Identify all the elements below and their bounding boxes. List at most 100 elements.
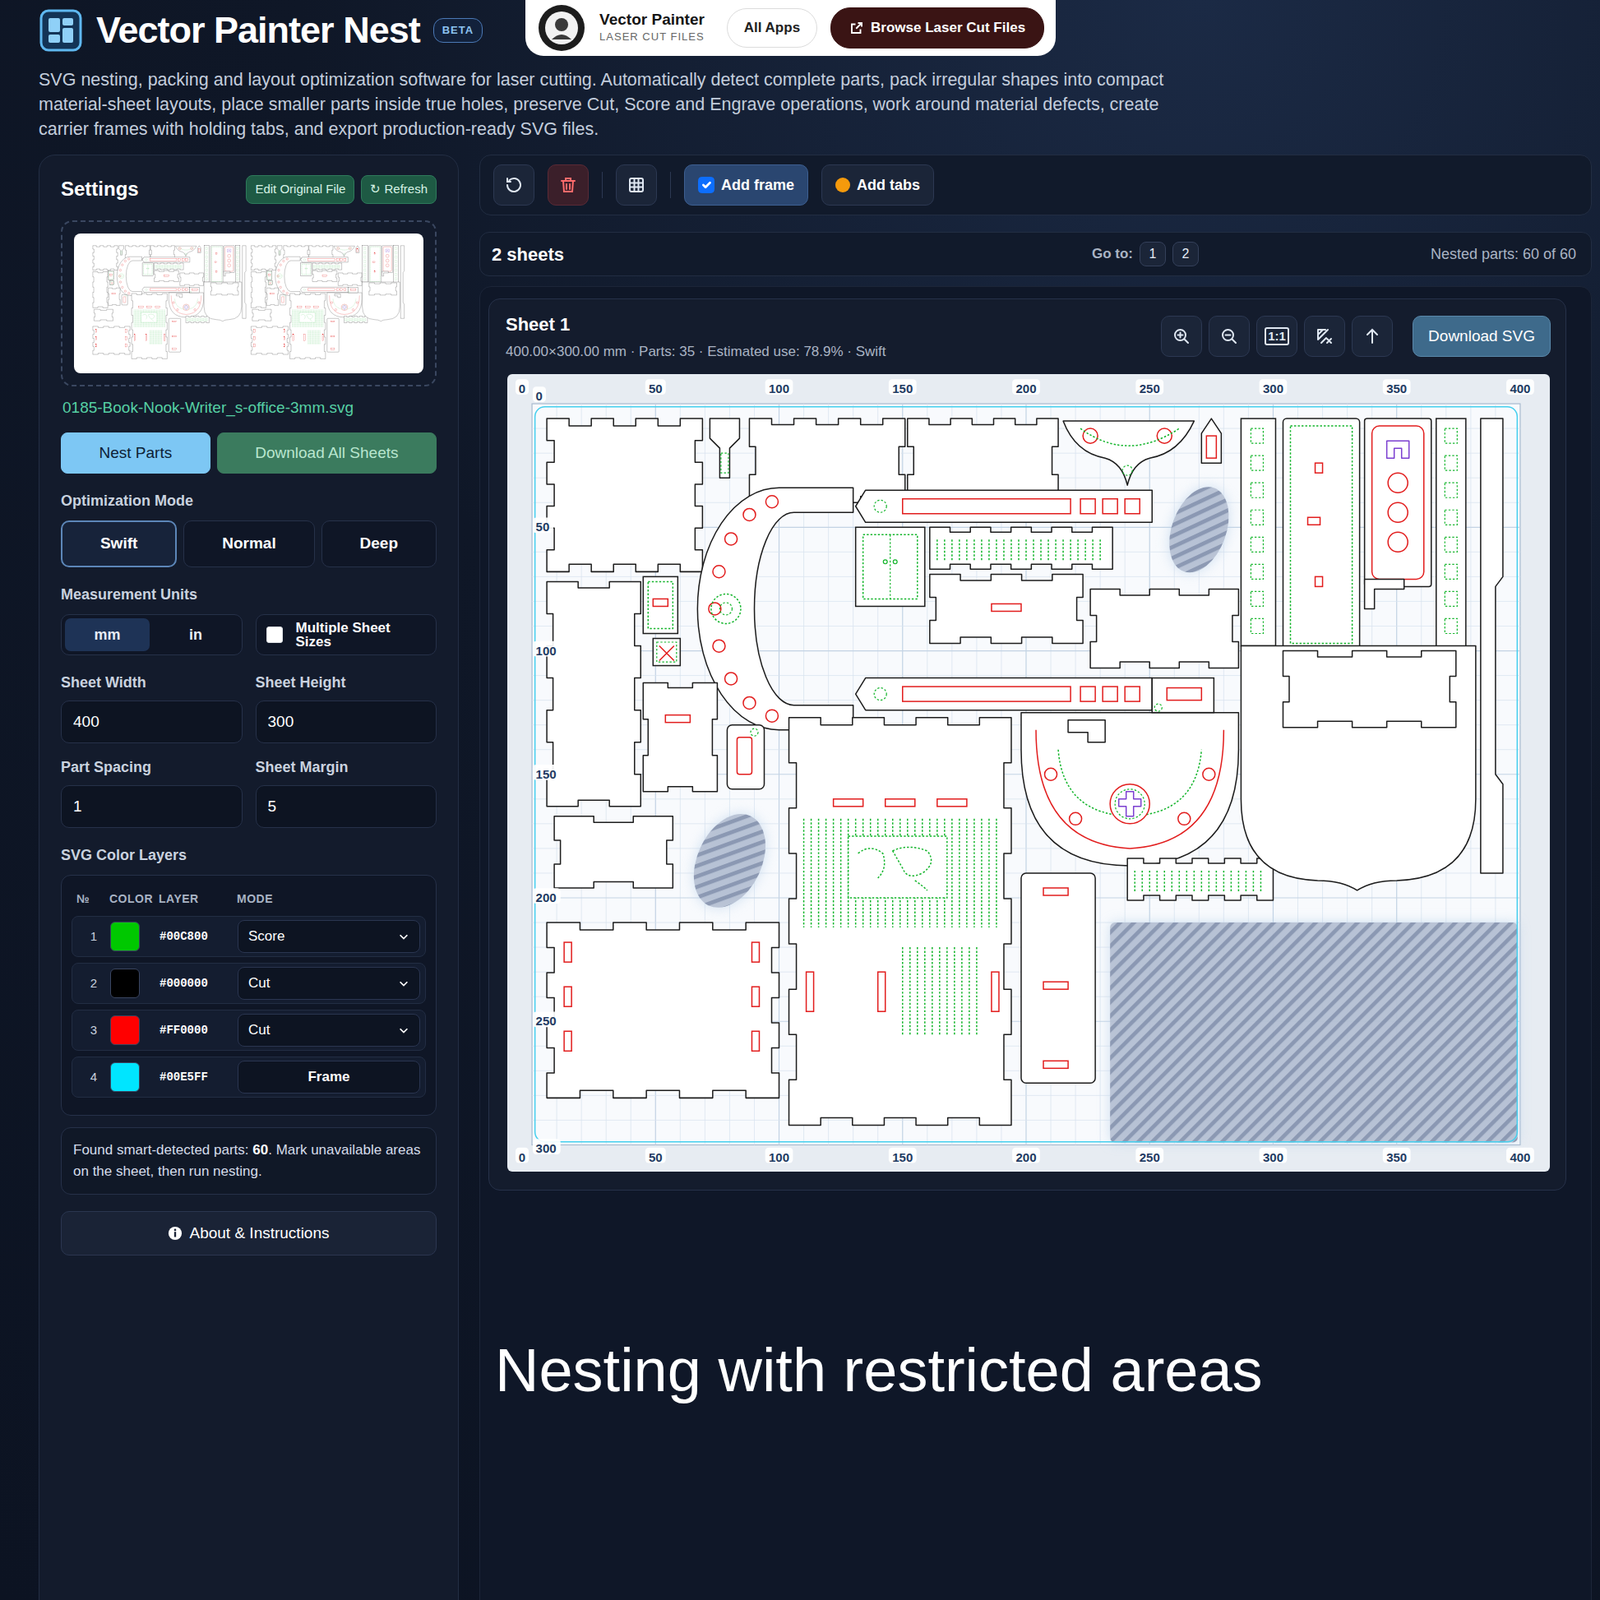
layer-index: 3 bbox=[77, 1021, 111, 1041]
field-input[interactable] bbox=[60, 700, 243, 744]
nested-part[interactable] bbox=[652, 638, 680, 666]
nest-parts-button[interactable]: Nest Parts bbox=[60, 432, 211, 474]
multiple-sizes-checkbox[interactable] bbox=[266, 626, 283, 643]
restricted-area[interactable] bbox=[679, 801, 781, 919]
nested-part[interactable] bbox=[1127, 857, 1273, 900]
layer-mode-button[interactable]: Frame bbox=[237, 1060, 421, 1094]
layer-mode-select[interactable]: Cut bbox=[237, 1013, 421, 1047]
mode-button[interactable]: Deep bbox=[321, 520, 437, 568]
layer-mode-select[interactable]: Score bbox=[237, 920, 421, 953]
column-header: LAYER bbox=[158, 890, 237, 908]
browse-button[interactable]: Browse Laser Cut Files bbox=[830, 7, 1045, 49]
nested-part[interactable] bbox=[1436, 418, 1466, 651]
field-input[interactable] bbox=[255, 700, 438, 744]
add-tabs-toggle[interactable]: Add tabs bbox=[821, 164, 935, 206]
nested-part[interactable] bbox=[554, 815, 673, 888]
nested-part[interactable] bbox=[1090, 588, 1239, 668]
unit-option[interactable]: in bbox=[152, 618, 238, 652]
color-swatch[interactable] bbox=[110, 968, 140, 999]
units-label: Measurement Units bbox=[60, 583, 437, 606]
multiple-sizes-option[interactable]: Multiple Sheet Sizes bbox=[255, 614, 438, 656]
nested-part[interactable] bbox=[1364, 418, 1432, 587]
nested-part[interactable] bbox=[1480, 418, 1503, 874]
nested-part[interactable] bbox=[1021, 872, 1096, 1083]
nested-part[interactable] bbox=[929, 527, 1113, 569]
nested-part[interactable] bbox=[642, 682, 717, 791]
nested-part[interactable] bbox=[642, 576, 678, 634]
mode-button[interactable]: Normal bbox=[183, 520, 315, 568]
nested-part[interactable] bbox=[1021, 712, 1239, 865]
delete-button[interactable] bbox=[547, 164, 589, 206]
layer-mode-select[interactable]: Cut bbox=[237, 966, 421, 1000]
download-svg-button[interactable]: Download SVG bbox=[1412, 315, 1551, 357]
nested-part[interactable] bbox=[855, 677, 1153, 710]
nested-part[interactable] bbox=[1240, 645, 1476, 890]
nested-part[interactable] bbox=[929, 573, 1083, 643]
restricted-area-button[interactable] bbox=[1304, 315, 1346, 357]
carrier-frame bbox=[535, 406, 1518, 1142]
layers-label: SVG Color Layers bbox=[60, 844, 437, 867]
edit-original-button[interactable]: Edit Original File bbox=[245, 175, 355, 204]
unit-option[interactable]: mm bbox=[64, 618, 150, 652]
nested-part[interactable] bbox=[546, 418, 703, 572]
nested-part[interactable] bbox=[546, 581, 641, 806]
file-preview[interactable] bbox=[60, 220, 437, 387]
nested-part[interactable] bbox=[1240, 418, 1276, 646]
nested-part[interactable] bbox=[709, 418, 740, 478]
rotate-up-button[interactable] bbox=[1351, 315, 1393, 357]
color-swatch[interactable] bbox=[110, 921, 140, 952]
nested-part bbox=[108, 270, 115, 280]
nested-part[interactable] bbox=[855, 490, 1153, 523]
nested-part[interactable] bbox=[1364, 578, 1405, 609]
restricted-area[interactable] bbox=[1109, 922, 1518, 1143]
svg-text:150: 150 bbox=[536, 766, 557, 781]
nested-part[interactable] bbox=[1063, 420, 1194, 486]
field-input[interactable] bbox=[60, 785, 243, 828]
about-button[interactable]: About & Instructions bbox=[60, 1211, 437, 1256]
page-button[interactable]: 2 bbox=[1172, 241, 1199, 267]
svg-text:350: 350 bbox=[1386, 1149, 1407, 1164]
svg-text:300: 300 bbox=[536, 1141, 557, 1156]
ruler-label: 400 bbox=[1506, 1146, 1535, 1164]
svg-text:100: 100 bbox=[768, 1149, 790, 1164]
nested-part[interactable] bbox=[1201, 418, 1221, 463]
color-swatch[interactable] bbox=[110, 1015, 140, 1046]
nested-part bbox=[312, 270, 338, 282]
nested-part[interactable] bbox=[726, 724, 764, 789]
page-button[interactable]: 1 bbox=[1139, 241, 1166, 267]
actual-size-button[interactable]: 1:1 bbox=[1256, 315, 1298, 357]
vector-painter-logo-icon[interactable] bbox=[536, 3, 587, 53]
refresh-button[interactable]: ↻Refresh bbox=[360, 175, 437, 204]
grid-button[interactable] bbox=[615, 164, 657, 206]
svg-text:100: 100 bbox=[768, 381, 790, 396]
app-logo-icon bbox=[38, 8, 84, 53]
ruler-label: 400 bbox=[1506, 379, 1535, 396]
nested-part[interactable] bbox=[546, 922, 779, 1098]
field-input[interactable] bbox=[255, 785, 438, 828]
svg-text:300: 300 bbox=[1262, 1149, 1284, 1164]
nested-part[interactable] bbox=[1282, 418, 1360, 651]
undo-button[interactable] bbox=[493, 164, 535, 206]
all-apps-button[interactable]: All Apps bbox=[726, 8, 818, 48]
add-frame-checkbox[interactable] bbox=[698, 176, 715, 194]
nested-part[interactable] bbox=[697, 487, 853, 730]
nested-part[interactable] bbox=[855, 527, 925, 606]
nested-part[interactable] bbox=[789, 716, 1012, 1125]
add-frame-toggle[interactable]: Add frame bbox=[684, 164, 809, 206]
nested-part[interactable] bbox=[1151, 677, 1214, 713]
download-all-button[interactable]: Download All Sheets bbox=[217, 432, 437, 474]
zoom-in-button[interactable] bbox=[1160, 315, 1203, 357]
brand-name[interactable]: Vector Painter bbox=[599, 11, 705, 29]
column-header: № bbox=[76, 890, 110, 908]
restricted-area[interactable] bbox=[1158, 478, 1240, 581]
nested-part bbox=[235, 245, 241, 283]
ruler-label: 50 bbox=[645, 1146, 666, 1164]
nested-part bbox=[153, 270, 179, 282]
mode-button[interactable]: Swift bbox=[60, 520, 177, 568]
svg-text:50: 50 bbox=[648, 1149, 663, 1164]
sheet-canvas[interactable]: 0501001502002503003504000501001502002503… bbox=[507, 374, 1550, 1173]
zoom-out-button[interactable] bbox=[1208, 315, 1250, 357]
goto-label: Go to: bbox=[1091, 243, 1133, 265]
color-swatch[interactable] bbox=[110, 1062, 140, 1092]
ruler-label: 100 bbox=[532, 640, 561, 657]
